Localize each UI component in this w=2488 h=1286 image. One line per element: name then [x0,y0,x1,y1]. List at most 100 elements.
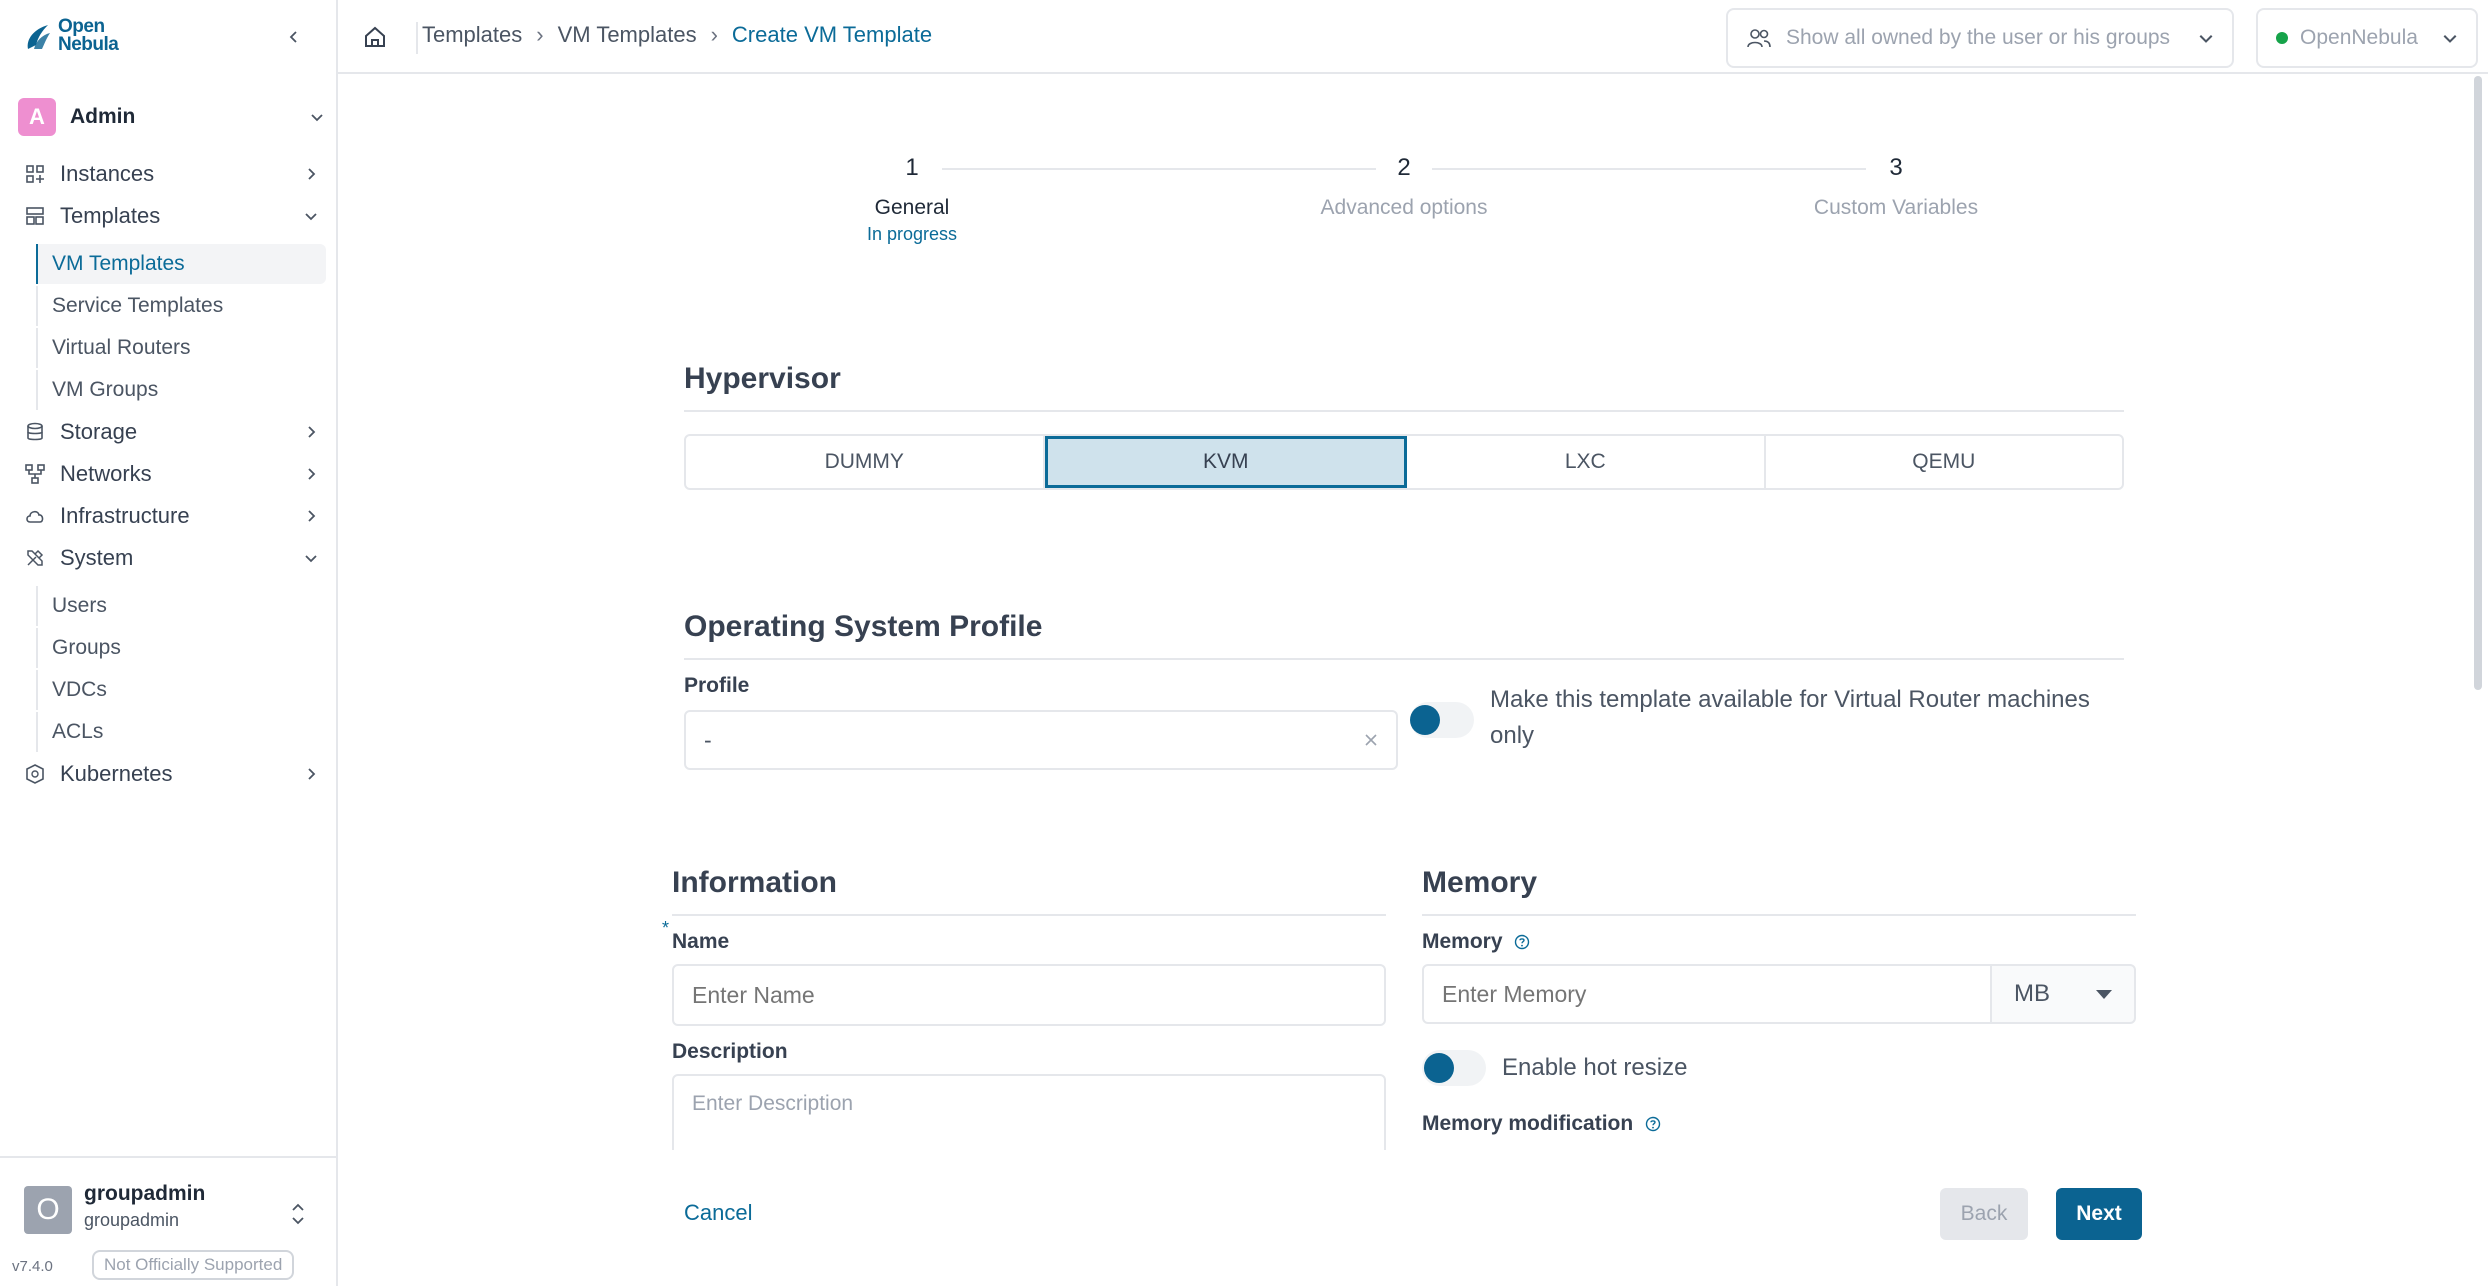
logo-text-line2: Nebula [58,34,119,55]
breadcrumb-vm-templates[interactable]: VM Templates [558,22,697,48]
chevron-right-icon [308,168,316,180]
chevron-down-icon [305,555,317,563]
sidebar-item-label: Storage [60,419,138,444]
os-profile-title: Operating System Profile [684,610,1043,643]
profile-value: - [704,726,712,753]
zone-status-dot [2276,32,2288,44]
sidebar: Open Nebula A Admin Instances Templates … [0,0,338,1286]
users-icon [1747,29,1771,48]
memory-label: Memory [1422,930,1530,954]
chevron-down-icon [305,213,317,221]
description-label: Description [672,1040,788,1063]
ownership-filter-select[interactable]: Show all owned by the user or his groups [1726,8,2234,68]
avatar: O [24,1186,72,1234]
memory-modification-label: Memory modification [1422,1112,1661,1136]
caret-down-icon [2096,989,2112,999]
collapse-sidebar-button[interactable] [282,20,306,54]
hypervisor-option-lxc[interactable]: LXC [1407,436,1766,488]
step-label: Advanced options [1320,196,1488,219]
chevron-down-icon [311,114,323,122]
toggle-knob [1424,1053,1454,1083]
cancel-button[interactable]: Cancel [684,1200,752,1226]
kubernetes-icon [26,764,44,784]
sidebar-subitem-vm-templates[interactable]: VM Templates [36,244,326,284]
sidebar-subitem-users[interactable]: Users [36,586,326,626]
help-icon[interactable] [1514,934,1530,950]
sidebar-subitem-virtual-routers[interactable]: Virtual Routers [36,328,326,368]
version-label: v7.4.0 [12,1258,53,1275]
breadcrumb-templates[interactable]: Templates [422,22,522,48]
memory-unit-select[interactable]: MB [1990,964,2136,1024]
step-general[interactable]: 1 General In progress [812,154,1012,245]
back-button[interactable]: Back [1940,1188,2028,1240]
sidebar-item-templates[interactable]: Templates [24,196,318,236]
chevron-down-icon [2443,34,2457,43]
divider [684,658,2124,660]
ownership-filter-value: Show all owned by the user or his groups [1786,26,2171,49]
required-mark: * [662,918,670,938]
sidebar-subitem-service-templates[interactable]: Service Templates [36,286,326,326]
sidebar-item-label: System [60,545,134,570]
sidebar-subitem-vm-groups[interactable]: VM Groups [36,370,326,410]
memory-input[interactable] [1422,964,1992,1024]
sidebar-item-kubernetes[interactable]: Kubernetes [24,754,318,794]
sidebar-item-storage[interactable]: Storage [24,412,318,452]
sidebar-item-label: Instances [60,161,155,186]
step-label: General [874,196,950,219]
sidebar-subitem-vdcs[interactable]: VDCs [36,670,326,710]
virtual-router-toggle-label: Make this template available for Virtual… [1490,686,2090,749]
chevron-right-icon [308,768,316,780]
hypervisor-option-kvm[interactable]: KVM [1044,436,1407,488]
hypervisor-selector: DUMMY KVM LXC QEMU [684,434,2124,490]
name-label: Name [672,930,730,953]
step-advanced-options[interactable]: 2 Advanced options [1284,154,1524,220]
help-icon[interactable] [1645,1116,1661,1132]
hot-resize-label: Enable hot resize [1502,1054,1688,1081]
sidebar-item-infrastructure[interactable]: Infrastructure [24,496,318,536]
breadcrumb-separator-icon: › [710,22,718,47]
sidebar-item-networks[interactable]: Networks [24,454,318,494]
step-custom-variables[interactable]: 3 Custom Variables [1776,154,2016,220]
sidebar-subitem-acls[interactable]: ACLs [36,712,326,752]
step-status: In progress [866,224,958,244]
chevron-right-icon [308,468,316,480]
breadcrumb-separator-icon: › [536,22,544,47]
sidebar-item-system[interactable]: System [24,538,318,578]
group-badge: A [18,98,56,136]
description-placeholder: Enter Description [692,1092,854,1115]
cloud-icon [26,510,44,523]
networks-icon [25,464,45,484]
main-scrollbar[interactable] [2474,76,2482,690]
profile-label: Profile [684,674,750,697]
sidebar-subitem-groups[interactable]: Groups [36,628,326,668]
virtual-router-toggle[interactable] [1410,702,1474,738]
hot-resize-toggle[interactable] [1422,1050,1486,1086]
sidebar-item-instances[interactable]: Instances [24,154,318,194]
name-input[interactable] [672,964,1386,1026]
wizard-actions-bar: Cancel Back Next [338,1150,2488,1286]
support-badge: Not Officially Supported [92,1250,295,1280]
breadcrumb-divider [416,22,418,54]
divider [684,410,2124,412]
hypervisor-title: Hypervisor [684,362,841,395]
divider [672,914,1386,916]
sidebar-item-label: Templates [60,203,161,228]
profile-select[interactable]: - [684,710,1398,770]
opennebula-logo[interactable]: Open Nebula [24,17,119,55]
clear-icon[interactable] [1364,733,1378,747]
sidebar-item-label: Infrastructure [60,503,190,528]
storage-icon [27,422,43,441]
hypervisor-option-dummy[interactable]: DUMMY [686,436,1045,488]
information-title: Information [672,866,837,899]
sidebar-item-label: Kubernetes [60,761,173,786]
group-switcher[interactable]: A Admin [18,96,324,138]
hypervisor-option-qemu[interactable]: QEMU [1766,436,2123,488]
next-button[interactable]: Next [2056,1188,2142,1240]
home-icon[interactable] [362,24,388,50]
top-header: Templates › VM Templates › Create VM Tem… [338,0,2488,74]
user-group: groupadmin [84,1210,180,1230]
expand-collapse-icon[interactable] [290,1200,306,1228]
breadcrumb-create-vm-template: Create VM Template [731,22,933,47]
instances-icon [26,165,44,183]
zone-select[interactable]: OpenNebula [2256,8,2478,68]
